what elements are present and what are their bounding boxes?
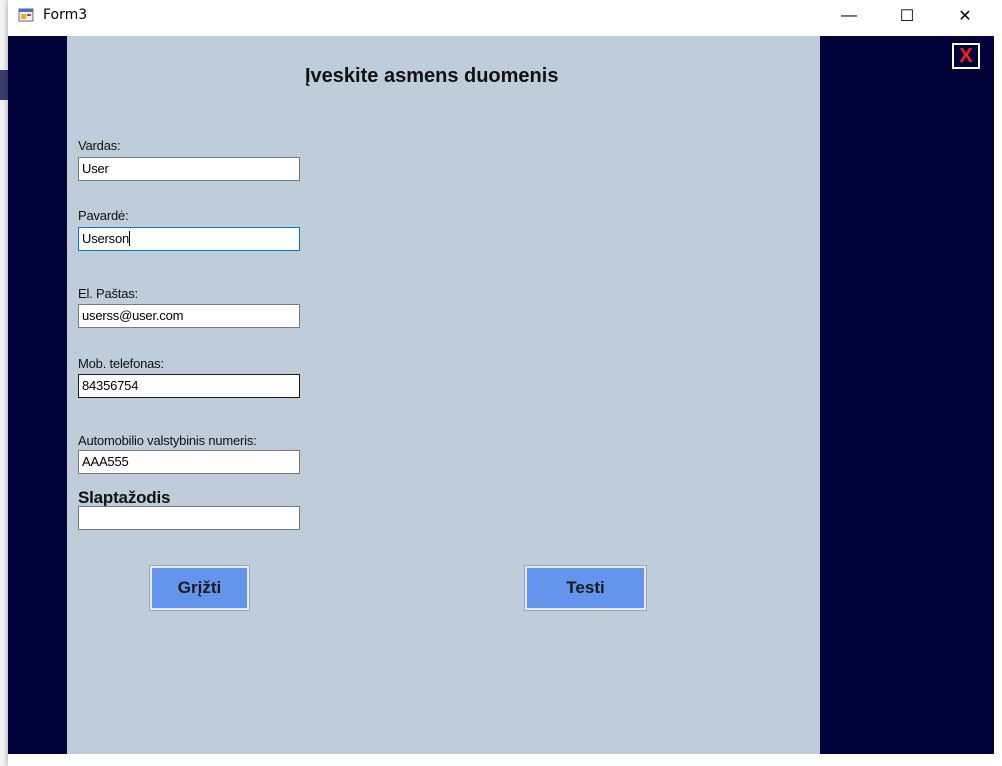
minimize-button[interactable]: — bbox=[826, 0, 872, 31]
last-name-value: Userson bbox=[82, 231, 130, 246]
form-close-button[interactable]: X bbox=[952, 43, 980, 69]
form-app-icon bbox=[18, 8, 34, 22]
form3-window: Form3 — ☐ ✕ X Įveskite asmens duomenis V… bbox=[8, 0, 1002, 766]
last-name-field[interactable]: Userson bbox=[78, 227, 300, 251]
registration-panel: Įveskite asmens duomenis Vardas: User Pa… bbox=[67, 36, 820, 754]
password-label: Slaptažodis bbox=[78, 488, 171, 507]
form-client-area: X Įveskite asmens duomenis Vardas: User … bbox=[8, 36, 1002, 754]
password-field[interactable] bbox=[78, 506, 300, 530]
phone-field[interactable]: 84356754 bbox=[78, 374, 300, 398]
maximize-button[interactable]: ☐ bbox=[884, 0, 930, 31]
title-bar[interactable]: Form3 — ☐ ✕ bbox=[8, 0, 1002, 31]
continue-button[interactable]: Testi bbox=[524, 565, 647, 611]
window-title: Form3 bbox=[43, 7, 88, 23]
left-side-panel bbox=[8, 36, 67, 754]
back-button[interactable]: Grįžti bbox=[149, 565, 250, 611]
window-close-button[interactable]: ✕ bbox=[942, 0, 988, 31]
plate-field[interactable]: AAA555 bbox=[78, 450, 300, 474]
right-side-panel bbox=[820, 36, 994, 754]
phone-label: Mob. telefonas: bbox=[78, 356, 164, 371]
last-name-label: Pavardė: bbox=[78, 208, 129, 223]
plate-label: Automobilio valstybinis numeris: bbox=[78, 433, 257, 448]
text-caret bbox=[129, 231, 131, 246]
form-heading: Įveskite asmens duomenis bbox=[305, 65, 559, 87]
email-field[interactable]: userss@user.com bbox=[78, 304, 300, 328]
email-label: El. Paštas: bbox=[78, 286, 138, 301]
first-name-label: Vardas: bbox=[78, 138, 121, 153]
first-name-field[interactable]: User bbox=[78, 157, 300, 181]
